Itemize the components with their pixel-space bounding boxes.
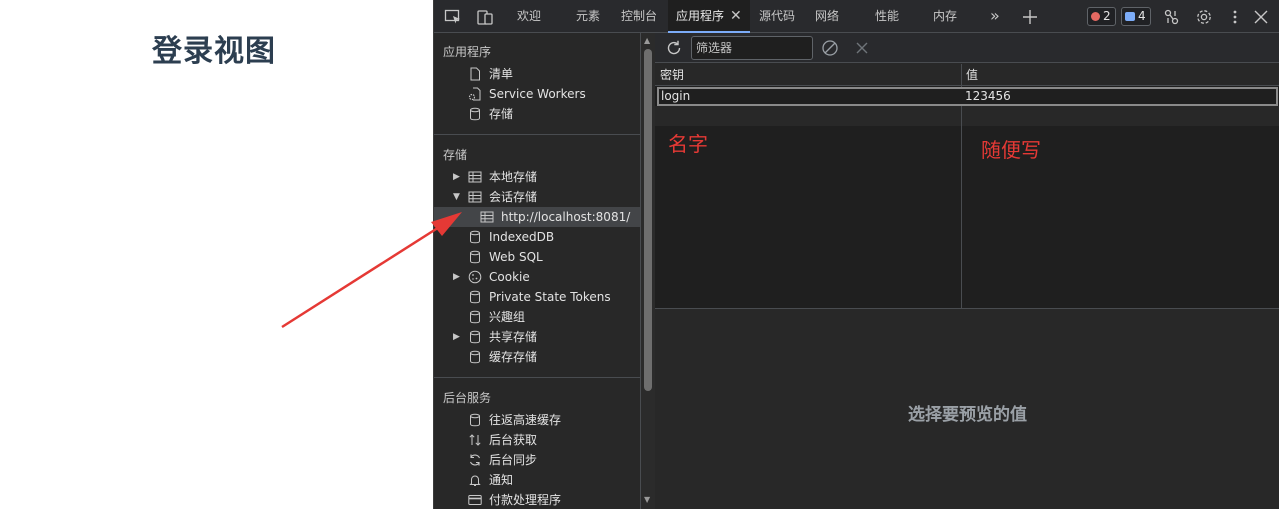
sidebar-item-service-workers[interactable]: Service Workers xyxy=(434,84,640,104)
sidebar-item-private-state-tokens[interactable]: Private State Tokens xyxy=(434,287,640,307)
section-divider xyxy=(434,377,640,378)
credit-card-icon xyxy=(468,493,482,507)
section-storage: 存储 xyxy=(443,148,468,162)
table-grid-icon xyxy=(468,170,482,184)
tab-sources[interactable]: 源代码 xyxy=(759,0,795,33)
sidebar-item-storage[interactable]: 存储 xyxy=(434,104,640,124)
sidebar-item-notifications[interactable]: 通知 xyxy=(434,470,640,490)
devtools-panel: 欢迎 元素 控制台 应用程序 ✕ 源代码 网络 性能 内存 » 2 4 应用程序 xyxy=(433,0,1279,509)
database-icon xyxy=(468,350,482,364)
section-divider xyxy=(434,134,640,135)
database-icon xyxy=(468,230,482,244)
database-icon xyxy=(468,413,482,427)
add-tab-icon[interactable] xyxy=(1021,8,1039,26)
sidebar-item-interest-groups[interactable]: 兴趣组 xyxy=(434,307,640,327)
sidebar-item-shared-storage[interactable]: ▶ 共享存储 xyxy=(434,327,640,347)
expand-triangle-icon[interactable]: ▶ xyxy=(453,267,460,287)
more-tabs-icon[interactable]: » xyxy=(990,8,1008,26)
sidebar-item-background-fetch[interactable]: 后台获取 xyxy=(434,430,640,450)
delete-selected-icon[interactable] xyxy=(853,39,871,57)
sidebar-item-indexeddb[interactable]: IndexedDB xyxy=(434,227,640,247)
kebab-menu-icon[interactable] xyxy=(1226,8,1244,26)
sidebar-item-background-sync[interactable]: 后台同步 xyxy=(434,450,640,470)
cell-key[interactable]: login xyxy=(659,89,690,104)
sidebar-item-bfcache[interactable]: 往返高速缓存 xyxy=(434,410,640,430)
table-header: 密钥 值 xyxy=(655,64,1279,86)
sidebar-item-manifest[interactable]: 清单 xyxy=(434,64,640,84)
preview-placeholder: 选择要预览的值 xyxy=(908,405,1027,425)
tab-performance[interactable]: 性能 xyxy=(875,0,899,33)
tab-memory[interactable]: 内存 xyxy=(933,0,957,33)
error-icon xyxy=(1091,12,1100,21)
close-devtools-icon[interactable] xyxy=(1252,8,1270,26)
cell-value[interactable]: 123456 xyxy=(963,89,1011,104)
table-grid-icon xyxy=(468,190,482,204)
customize-icon[interactable] xyxy=(1163,8,1181,26)
refresh-icon[interactable] xyxy=(665,39,683,57)
settings-gear-icon[interactable] xyxy=(1195,8,1213,26)
sidebar-scrollbar[interactable]: ▲ ▼ xyxy=(641,33,655,509)
database-icon xyxy=(468,107,482,121)
sidebar-item-session-storage[interactable]: ▼ 会话存储 xyxy=(434,187,640,207)
annotation-anything: 随便写 xyxy=(981,138,1041,162)
scrollbar-thumb[interactable] xyxy=(644,49,652,391)
database-icon xyxy=(468,250,482,264)
sidebar-item-payment-handler[interactable]: 付款处理程序 xyxy=(434,490,640,509)
sidebar-item-web-sql[interactable]: Web SQL xyxy=(434,247,640,267)
expand-triangle-icon[interactable]: ▶ xyxy=(453,327,460,347)
storage-table: 密钥 值 login 123456 名字 随便写 xyxy=(655,64,1279,309)
page-title: 登录视图 xyxy=(152,34,276,69)
application-sidebar: 应用程序 清单 Service Workers 存储 存储 ▶ 本地存储 ▼ 会… xyxy=(434,33,641,509)
value-preview-panel: 选择要预览的值 xyxy=(655,310,1279,509)
storage-main-panel: 密钥 值 login 123456 名字 随便写 选择要预览的值 xyxy=(655,33,1279,509)
tab-welcome[interactable]: 欢迎 xyxy=(517,0,541,33)
device-toolbar-icon[interactable] xyxy=(476,8,494,26)
sidebar-item-local-storage[interactable]: ▶ 本地存储 xyxy=(434,167,640,187)
tab-application[interactable]: 应用程序 ✕ xyxy=(668,0,750,33)
tab-application-label: 应用程序 xyxy=(676,9,725,23)
tab-network[interactable]: 网络 xyxy=(815,0,839,33)
collapse-triangle-icon[interactable]: ▼ xyxy=(453,187,460,207)
close-icon[interactable]: ✕ xyxy=(730,0,742,33)
messages-badge[interactable]: 4 xyxy=(1121,7,1151,26)
file-icon xyxy=(468,67,482,81)
gear-file-icon xyxy=(468,87,482,101)
cookie-icon xyxy=(468,270,482,284)
tab-elements[interactable]: 元素 xyxy=(576,0,600,33)
tab-console[interactable]: 控制台 xyxy=(621,0,657,33)
sidebar-item-session-localhost[interactable]: http://localhost:8081/ xyxy=(434,207,640,227)
devtools-tabbar: 欢迎 元素 控制台 应用程序 ✕ 源代码 网络 性能 内存 » 2 4 xyxy=(434,0,1279,33)
sidebar-item-cookie[interactable]: ▶ Cookie xyxy=(434,267,640,287)
bell-icon xyxy=(468,473,482,487)
message-icon xyxy=(1125,12,1135,21)
storage-toolbar xyxy=(655,33,1279,63)
section-application: 应用程序 xyxy=(443,45,492,59)
scroll-up-arrow-icon[interactable]: ▲ xyxy=(644,36,650,45)
column-header-value[interactable]: 值 xyxy=(961,64,978,86)
annotation-name: 名字 xyxy=(668,132,708,156)
sync-icon xyxy=(468,453,482,467)
scroll-down-arrow-icon[interactable]: ▼ xyxy=(644,495,650,504)
database-icon xyxy=(468,310,482,324)
column-header-key[interactable]: 密钥 xyxy=(655,64,684,86)
up-down-arrows-icon xyxy=(468,433,482,447)
clear-all-icon[interactable] xyxy=(821,39,839,57)
table-empty-row xyxy=(655,106,1279,126)
section-background-services: 后台服务 xyxy=(443,391,492,405)
table-row[interactable]: login 123456 xyxy=(657,87,1278,106)
inspect-element-icon[interactable] xyxy=(444,8,462,26)
filter-input[interactable] xyxy=(691,36,813,60)
expand-triangle-icon[interactable]: ▶ xyxy=(453,167,460,187)
errors-badge[interactable]: 2 xyxy=(1087,7,1116,26)
table-grid-icon xyxy=(480,210,494,224)
database-icon xyxy=(468,330,482,344)
sidebar-item-cache-storage[interactable]: 缓存存储 xyxy=(434,347,640,367)
database-icon xyxy=(468,290,482,304)
